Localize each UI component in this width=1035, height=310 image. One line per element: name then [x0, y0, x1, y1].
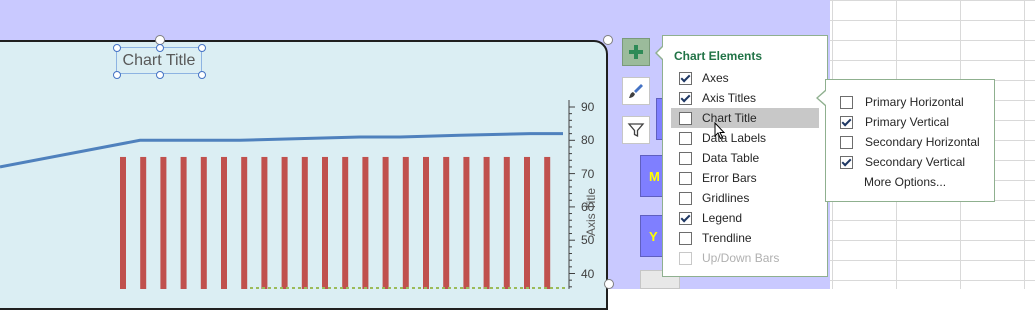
axis-title-primary-vertical[interactable]: Primary Vertical — [832, 112, 992, 132]
checkbox[interactable] — [679, 71, 692, 85]
checkbox[interactable] — [679, 231, 692, 245]
checkbox[interactable] — [679, 171, 692, 185]
axis-titles-submenu: Primary Horizontal Primary Vertical Second… — [825, 79, 995, 202]
checkbox[interactable] — [840, 155, 853, 169]
axis-title-primary-horizontal[interactable]: Primary Horizontal — [832, 92, 992, 112]
checkbox[interactable] — [679, 211, 692, 225]
bar — [140, 156, 147, 289]
checkbox[interactable] — [679, 151, 692, 165]
bar — [180, 156, 187, 289]
bar — [261, 156, 268, 289]
chart-element-label: Axis Titles — [702, 91, 757, 105]
axis-title-option-label: Secondary Horizontal — [865, 135, 980, 149]
bar — [443, 156, 450, 289]
checkbox[interactable] — [840, 95, 853, 109]
chart-element-label: Axes — [702, 71, 729, 85]
checkbox[interactable] — [679, 191, 692, 205]
axis-title-option-label: Primary Vertical — [865, 115, 950, 129]
bar — [503, 156, 510, 289]
axis-title-secondary-horizontal[interactable]: Secondary Horizontal — [832, 132, 992, 152]
chart-element-legend[interactable]: Legend — [671, 208, 819, 228]
bar — [483, 156, 490, 289]
plus-icon — [629, 45, 643, 59]
bar — [241, 156, 248, 289]
bar — [120, 156, 126, 289]
chart-element-label: Trendline — [702, 231, 752, 245]
panel-pointer-fill — [657, 46, 664, 60]
checkbox[interactable] — [679, 111, 692, 125]
checkbox[interactable] — [840, 135, 853, 149]
chart-styles-button[interactable] — [622, 77, 650, 105]
bar — [322, 156, 328, 289]
y-tick-label: 90 — [581, 100, 595, 114]
title-handle[interactable] — [156, 71, 164, 79]
title-handle[interactable] — [113, 71, 121, 79]
chart-filters-button[interactable] — [622, 116, 650, 144]
y-tick-label: 40 — [581, 266, 595, 281]
bar — [221, 156, 227, 289]
bar — [342, 156, 349, 289]
more-options-label: More Options... — [864, 175, 947, 189]
sheet-button-label: Y — [649, 228, 658, 244]
chart-element-up-down-bars: Up/Down Bars — [671, 248, 819, 268]
axis-title-secondary-vertical[interactable]: Secondary Vertical — [832, 152, 992, 172]
bar — [524, 156, 530, 289]
chart-element-chart-title[interactable]: Chart Title — [671, 108, 833, 128]
bar — [402, 156, 409, 289]
bar — [301, 156, 308, 289]
more-options-link[interactable]: More Options... — [832, 172, 992, 192]
panel-title: Chart Elements — [674, 49, 763, 63]
bar — [160, 156, 167, 289]
chart-element-label: Error Bars — [702, 171, 757, 185]
chart-element-trendline[interactable]: Trendline — [671, 228, 819, 248]
checkbox[interactable] — [679, 131, 692, 145]
chart-element-label: Data Table — [702, 151, 760, 165]
chart-element-label: Legend — [702, 211, 743, 225]
axis-title-option-label: Secondary Vertical — [865, 155, 966, 169]
chart-plot — [0, 100, 575, 289]
filter-icon — [627, 123, 645, 138]
submenu-pointer-fill — [818, 91, 826, 105]
brush-icon — [629, 84, 643, 98]
bar — [200, 156, 207, 289]
series-line-blue — [0, 132, 563, 169]
vertical-axis-title[interactable]: Axis Title — [584, 188, 598, 236]
title-handle[interactable] — [113, 44, 121, 52]
bar — [463, 156, 470, 289]
chart-element-data-labels[interactable]: Data Labels — [671, 128, 819, 148]
chart-title-text: Chart Title — [122, 51, 196, 69]
checkbox[interactable] — [679, 91, 692, 105]
title-handle[interactable] — [198, 71, 206, 79]
chart-elements-button[interactable] — [622, 38, 650, 66]
sheet-button-label: M — [649, 168, 660, 184]
title-handle[interactable] — [198, 44, 206, 52]
chart-element-gridlines[interactable]: Gridlines — [671, 188, 819, 208]
chart-element-axis-titles[interactable]: Axis Titles — [671, 88, 833, 108]
y-tick-label: 80 — [581, 133, 595, 148]
chart-elements-panel: Chart Elements Axes Axis Titles Chart Titl… — [662, 35, 833, 277]
chart-element-axes[interactable]: Axes — [671, 68, 819, 88]
chart-element-label: Chart Title — [702, 111, 757, 125]
checkbox — [679, 251, 692, 265]
chart-element-label: Gridlines — [702, 191, 750, 205]
chart-element-label: Data Labels — [702, 131, 767, 145]
y-tick-label: 70 — [581, 166, 595, 181]
title-handle[interactable] — [156, 44, 164, 52]
chart-element-label: Up/Down Bars — [702, 251, 780, 265]
bar — [281, 156, 288, 289]
axis-title-option-label: Primary Horizontal — [865, 95, 964, 109]
bar — [362, 156, 369, 289]
chart-element-error-bars[interactable]: Error Bars — [671, 168, 819, 188]
bar — [423, 156, 429, 289]
mouse-cursor-icon — [714, 122, 726, 140]
bar — [382, 156, 389, 289]
checkbox[interactable] — [840, 115, 853, 129]
chart-element-data-table[interactable]: Data Table — [671, 148, 819, 168]
bar — [544, 156, 551, 289]
